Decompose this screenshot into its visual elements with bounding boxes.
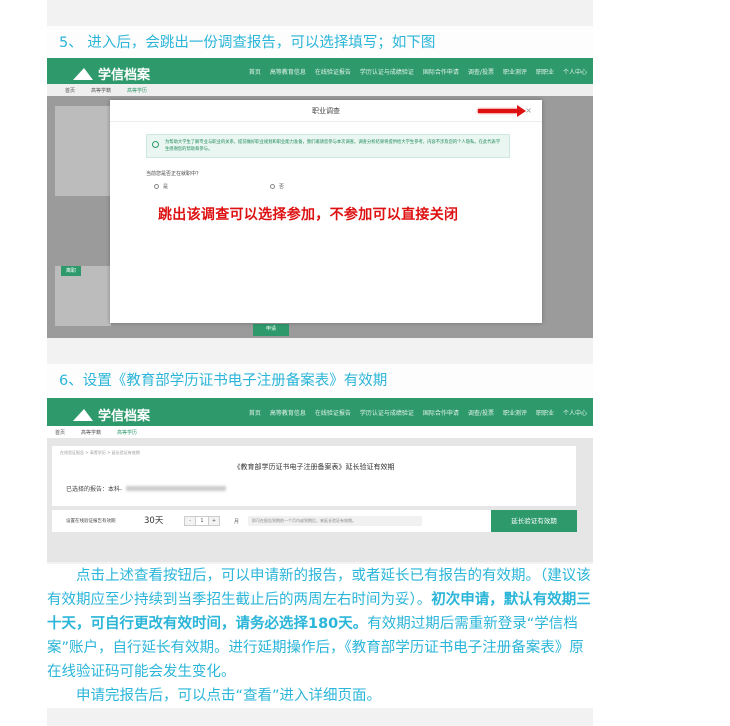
logo-mark-icon	[73, 409, 93, 421]
instruction-text: 点击上述查看按钮后，可以申请新的报告，或者延长已有报告的有效期。（建议该有效期应…	[47, 564, 593, 708]
subnav-degree[interactable]: 高等学历	[127, 87, 147, 94]
site-logo[interactable]: 学信档案	[73, 64, 150, 83]
radio-icon[interactable]	[154, 184, 159, 189]
nav-item-user-center[interactable]: 个人中心	[563, 408, 587, 417]
nav-item[interactable]: 学历认证与成绩验证	[360, 408, 414, 417]
stepper-minus-button[interactable]: -	[185, 517, 195, 525]
step5-heading: 5、 进入后，会跳出一份调查报告，可以选择填写；如下图	[47, 26, 593, 60]
bg-card	[55, 106, 111, 196]
subnav-enrollment[interactable]: 高等学籍	[91, 87, 111, 94]
sub-nav: 首页 高等学籍 高等学历	[47, 84, 593, 96]
survey-note: 为帮助大学生了解专业与职业的关系，提前做好职业规划和职业能力准备，我们邀请您参与…	[146, 134, 510, 158]
nav-item[interactable]: 学历认证与成绩验证	[360, 67, 414, 76]
bg-tag: 离职	[61, 266, 81, 276]
bg-apply-button[interactable]: 申请	[253, 324, 289, 336]
nav-item[interactable]: 在线验证报告	[315, 67, 351, 76]
modal-close-icon[interactable]: ×	[525, 106, 532, 116]
stepper-value[interactable]: 1	[195, 517, 209, 525]
nav-item[interactable]: 调查/投票	[468, 67, 494, 76]
subnav-home[interactable]: 首页	[65, 87, 75, 94]
stepper-plus-button[interactable]: +	[209, 517, 219, 525]
nav-item[interactable]: 高等教育信息	[270, 67, 306, 76]
report-panel: 在线验证报告 > 高等学历 > 延长验证有效期 《教育部学历证书电子注册备案表》…	[52, 446, 576, 506]
main-nav: 首页 高等教育信息 在线验证报告 学历认证与成绩验证 国际合作申请 调查/投票 …	[249, 58, 587, 84]
annotation-callout: 跳出该调查可以选择参加，不参加可以直接关闭	[158, 207, 459, 223]
paragraph-1: 点击上述查看按钮后，可以申请新的报告，或者延长已有报告的有效期。（建议该有效期应…	[47, 568, 591, 680]
subnav-degree[interactable]: 高等学历	[117, 429, 137, 436]
validity-label: 设置在线验证报告有效期	[66, 519, 116, 524]
validity-days: 30天	[144, 516, 164, 526]
info-icon	[152, 141, 159, 148]
redacted-text	[126, 486, 227, 491]
survey-screenshot: 学信档案 首页 高等教育信息 在线验证报告 学历认证与成绩验证 国际合作申请 调…	[47, 58, 593, 338]
panel-title: 《教育部学历证书电子注册备案表》延长验证有效期	[233, 463, 395, 471]
red-arrow-icon	[478, 105, 526, 117]
step6-heading: 6、设置《教育部学历证书电子注册备案表》有效期	[47, 364, 593, 398]
subnav-home[interactable]: 首页	[55, 429, 65, 436]
sub-nav: 首页 高等学籍 高等学历	[47, 426, 593, 438]
nav-item-user-center[interactable]: 个人中心	[563, 67, 587, 76]
survey-modal: 职业调查 × 为帮助大学生了解专业与职业的关系，提前做好职业规划和职业能力准备，…	[110, 100, 542, 323]
nav-item[interactable]: 职业测评	[503, 67, 527, 76]
radio-icon[interactable]	[270, 184, 275, 189]
month-stepper: - 1 +	[184, 516, 220, 526]
nav-item[interactable]: 调查/投票	[468, 408, 494, 417]
nav-item[interactable]: 在线验证报告	[315, 408, 351, 417]
option-no[interactable]: 否	[270, 183, 284, 190]
site-header: 学信档案 首页 高等教育信息 在线验证报告 学历认证与成绩验证 国际合作申请 调…	[47, 58, 593, 84]
site-header: 学信档案 首页 高等教育信息 在线验证报告 学历认证与成绩验证 国际合作申请 调…	[47, 398, 593, 426]
nav-item[interactable]: 国际合作申请	[423, 67, 459, 76]
stepper-unit: 月	[234, 519, 240, 525]
subnav-enrollment[interactable]: 高等学籍	[81, 429, 101, 436]
logo-mark-icon	[73, 68, 93, 80]
nav-item[interactable]: 首页	[249, 408, 261, 417]
nav-item[interactable]: 职职业	[536, 67, 554, 76]
main-nav: 首页 高等教育信息 在线验证报告 学历认证与成绩验证 国际合作申请 调查/投票 …	[249, 398, 587, 426]
breadcrumb: 在线验证报告 > 高等学历 > 延长验证有效期	[60, 450, 140, 455]
validity-hint: 即可在报告到期前一个月内或到期后，来延长验证有效期。	[248, 516, 422, 526]
survey-question: 当前您是否正在就职中？	[146, 171, 202, 177]
site-logo[interactable]: 学信档案	[73, 405, 150, 424]
nav-item[interactable]: 高等教育信息	[270, 408, 306, 417]
nav-item[interactable]: 国际合作申请	[423, 408, 459, 417]
nav-item[interactable]: 职职业	[536, 408, 554, 417]
nav-item[interactable]: 首页	[249, 67, 261, 76]
selected-report: 已选择的报告：本科-	[66, 484, 227, 493]
nav-item[interactable]: 职业测评	[503, 408, 527, 417]
extend-validity-screenshot: 学信档案 首页 高等教育信息 在线验证报告 学历认证与成绩验证 国际合作申请 调…	[47, 398, 593, 562]
option-yes[interactable]: 是	[154, 183, 168, 190]
paragraph-2: 申请完报告后，可以点击“查看”进入详细页面。	[76, 688, 382, 704]
extend-validity-button[interactable]: 延长验证有效期	[491, 510, 577, 532]
